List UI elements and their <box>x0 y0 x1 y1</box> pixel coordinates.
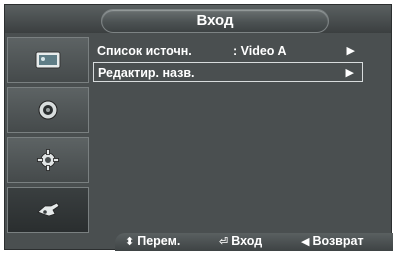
footer-hints: ⬍ Перем. ⏎ Вход ◀ Возврат <box>5 233 393 251</box>
right-arrow-icon: ▶ <box>345 67 354 79</box>
left-arrow-icon: ◀ <box>301 236 310 248</box>
enter-icon: ⏎ <box>219 236 229 248</box>
sidebar-item-setup[interactable] <box>7 137 89 183</box>
right-arrow-icon: ▶ <box>346 45 355 57</box>
sound-icon <box>38 100 58 120</box>
menu-title: Вход <box>101 9 329 33</box>
hint-enter: ⏎ Вход <box>219 234 262 248</box>
hint-move-label: Перем. <box>137 234 181 248</box>
menu-item-value: : Video A <box>233 44 287 58</box>
osd-menu-window: Вход Список источн.: Video A ▶ Редактир… <box>4 4 393 251</box>
hint-move: ⬍ Перем. <box>125 234 180 248</box>
menu-item-source-list[interactable]: Список источн. : Video A ▶ <box>93 41 363 61</box>
sidebar-item-sound[interactable] <box>7 87 89 133</box>
hint-return: ◀ Возврат <box>301 234 364 248</box>
menu-item-label: Редактир. назв. <box>98 66 195 80</box>
sidebar-item-input[interactable] <box>7 187 89 233</box>
sidebar-item-picture[interactable] <box>7 37 89 83</box>
up-down-icon: ⬍ <box>125 236 135 248</box>
title-bar: Вход <box>5 5 391 33</box>
menu-item-label: Список источн. <box>97 44 192 58</box>
picture-icon <box>35 51 61 69</box>
menu-item-edit-name[interactable]: Редактир. назв. ▶ <box>93 62 363 82</box>
hint-return-label: Возврат <box>312 234 364 248</box>
gear-icon <box>37 149 59 171</box>
input-plug-icon <box>37 202 60 217</box>
sidebar <box>5 35 91 235</box>
hint-enter-label: Вход <box>231 234 263 248</box>
menu-content: Список источн. : Video A ▶ Редактир. наз… <box>93 35 369 235</box>
